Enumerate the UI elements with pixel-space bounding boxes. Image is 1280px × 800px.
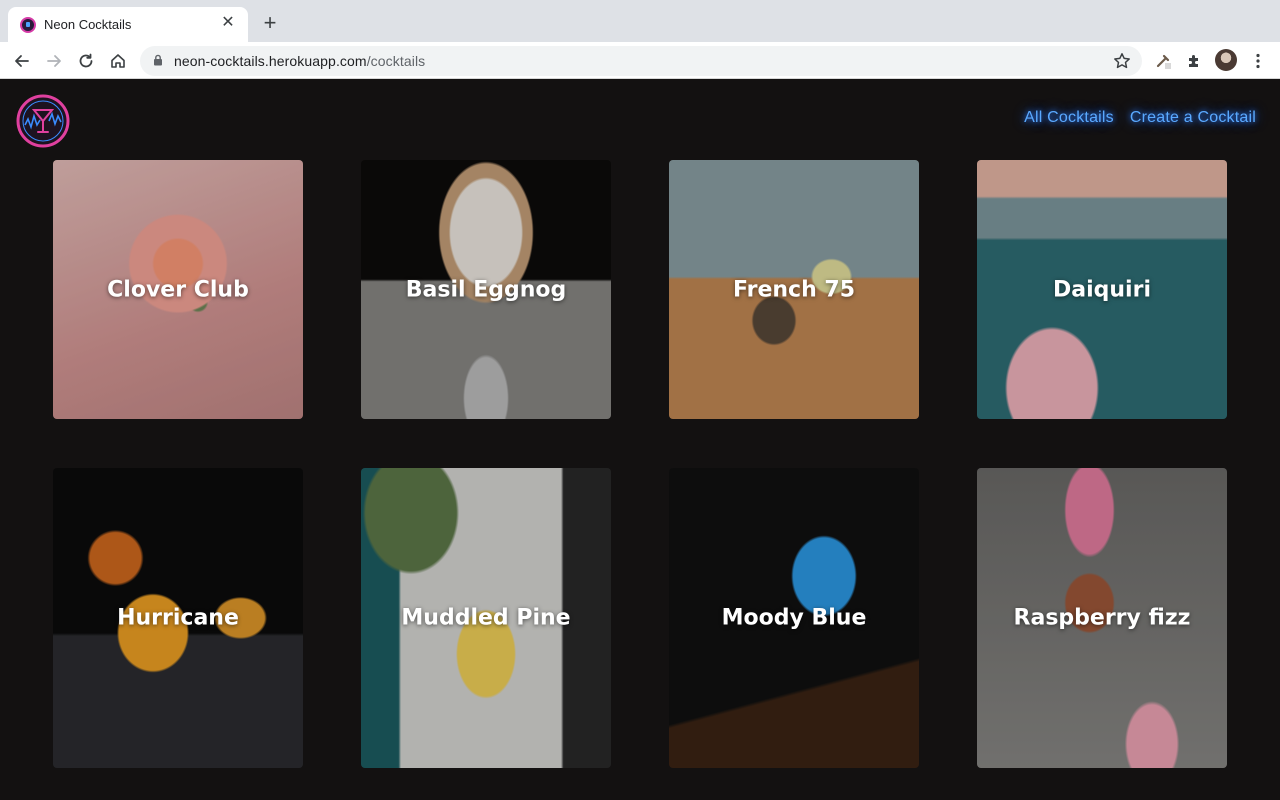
cocktail-card-muddled-pine[interactable]: Muddled Pine [361, 468, 611, 768]
close-tab-icon[interactable]: ✕ [218, 13, 238, 33]
browser-toolbar: neon-cocktails.herokuapp.com/cocktails [0, 42, 1280, 79]
neon-cocktail-logo[interactable] [16, 94, 70, 148]
page-content: All Cocktails Create a Cocktail Clover C… [0, 79, 1280, 800]
extensions-button[interactable] [1181, 48, 1207, 74]
back-button[interactable] [9, 48, 35, 74]
forward-button[interactable] [41, 48, 67, 74]
back-arrow-icon [15, 55, 29, 67]
main-nav: All Cocktails Create a Cocktail [1024, 109, 1256, 127]
cocktail-name: Basil Eggnog [405, 277, 567, 302]
nav-all-cocktails[interactable]: All Cocktails [1024, 109, 1114, 127]
home-button[interactable] [105, 48, 131, 74]
eyedropper-extension-button[interactable] [1150, 48, 1176, 74]
cocktail-card-basil-eggnog[interactable]: Basil Eggnog [361, 160, 611, 419]
reload-button[interactable] [73, 48, 99, 74]
puzzle-icon [1189, 55, 1198, 67]
cocktail-name: Hurricane [117, 605, 239, 631]
cocktail-card-daiquiri[interactable]: Daiquiri [977, 160, 1227, 419]
cocktail-card-clover-club[interactable]: Clover Club [53, 160, 303, 419]
cocktail-name: French 75 [732, 277, 856, 302]
cocktail-name: Raspberry fizz [1013, 605, 1191, 631]
kebab-menu-icon [1256, 53, 1260, 69]
cocktail-name: Clover Club [107, 277, 249, 302]
url-host: neon-cocktails.herokuapp.com [174, 53, 367, 69]
favicon-icon [20, 17, 36, 33]
cocktail-card-hurricane[interactable]: Hurricane [53, 468, 303, 768]
address-bar[interactable]: neon-cocktails.herokuapp.com/cocktails [140, 46, 1142, 76]
new-tab-button[interactable]: + [258, 12, 282, 36]
eyedropper-icon [1156, 54, 1171, 69]
home-icon [111, 54, 125, 68]
cocktail-card-french-75[interactable]: French 75 [669, 160, 919, 419]
url-path: /cocktails [366, 53, 426, 69]
forward-arrow-icon [47, 55, 61, 67]
profile-avatar[interactable] [1215, 49, 1237, 71]
lock-icon [154, 54, 162, 66]
nav-create-cocktail[interactable]: Create a Cocktail [1130, 109, 1256, 127]
cocktail-card-moody-blue[interactable]: Moody Blue [669, 468, 919, 768]
browser-tab[interactable]: Neon Cocktails ✕ [8, 7, 248, 42]
cocktail-name: Muddled Pine [401, 605, 571, 631]
reload-icon [79, 53, 93, 68]
browser-tabstrip: Neon Cocktails ✕ + [0, 0, 1280, 42]
cocktail-card-raspberry-fizz[interactable]: Raspberry fizz [977, 468, 1227, 768]
cocktail-name: Moody Blue [721, 605, 867, 631]
browser-menu-button[interactable] [1245, 48, 1271, 74]
tab-title: Neon Cocktails [44, 17, 132, 32]
cocktail-name: Daiquiri [1053, 277, 1151, 302]
bookmark-star-icon[interactable] [1112, 51, 1132, 71]
url-text: neon-cocktails.herokuapp.com/cocktails [174, 53, 425, 69]
